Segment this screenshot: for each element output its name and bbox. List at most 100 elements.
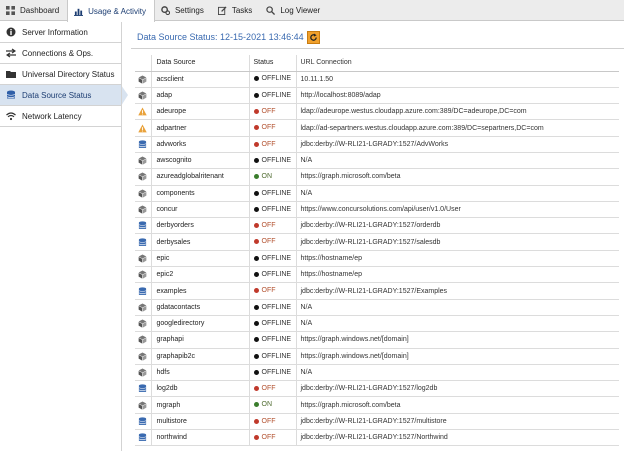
database-icon	[139, 221, 147, 230]
url-connection: N/A	[296, 364, 619, 382]
table-row[interactable]: adeurope OFF ldap://adeurope.westus.clouda…	[135, 103, 619, 121]
tab-label: Usage & Activity	[88, 6, 146, 16]
table-row[interactable]: derbysales OFF jdbc:derby://W-RLI21-LGRADY…	[135, 233, 619, 251]
status-dot	[253, 435, 259, 440]
main-panel: Data Source Status: 12-15-2021 13:46:44 …	[131, 27, 624, 451]
row-icon-cell	[135, 185, 152, 202]
column-header-status[interactable]: Status	[249, 55, 297, 72]
status-cell: OFF	[249, 413, 297, 431]
tab-label: Tasks	[231, 6, 253, 15]
tab-log-viewer[interactable]: Log Viewer	[260, 0, 328, 21]
status-cell: OFFLINE	[249, 348, 297, 365]
table-row[interactable]: components OFFLINE N/A	[135, 185, 619, 202]
table-row[interactable]: log2db OFF jdbc:derby://W-RLI21-LGRADY:152…	[135, 380, 619, 398]
status-cell: OFFLINE	[249, 315, 297, 333]
table-row[interactable]: azureadglobalritenant ON https://graph.mic…	[135, 168, 619, 186]
row-icon-cell	[135, 429, 152, 447]
sidebar-item-connections-ops[interactable]: Connections & Ops.	[0, 43, 121, 64]
cube-icon	[138, 254, 147, 263]
table-row[interactable]: acsclient OFFLINE 10.11.1.50	[135, 71, 619, 88]
status-cell: OFFLINE	[249, 250, 297, 268]
sidebar-item-data-source-status[interactable]: Data Source Status	[0, 85, 128, 106]
sidebar-item-network-latency[interactable]: Network Latency	[0, 106, 121, 127]
status-dot	[253, 272, 259, 278]
column-header-data-source[interactable]: Data Source	[151, 55, 250, 72]
tab-dashboard[interactable]: Dashboard	[0, 0, 67, 21]
data-source-name: adeurope	[151, 103, 250, 121]
table-row[interactable]: googledirectory OFFLINE N/A	[135, 315, 619, 333]
table-row[interactable]: awscognito OFFLINE N/A	[135, 152, 619, 170]
status-dot	[253, 304, 259, 310]
status-text: OFFLINE	[261, 271, 292, 279]
table-row[interactable]: epic OFFLINE https://hostname/ep	[135, 250, 619, 268]
status-text: ON	[261, 401, 273, 409]
row-icon-cell	[135, 233, 152, 251]
cube-icon	[138, 156, 147, 165]
status-dot	[253, 239, 259, 245]
url-connection: N/A	[296, 299, 619, 316]
refresh-button[interactable]	[306, 30, 320, 44]
row-icon-cell	[135, 250, 152, 268]
data-source-name: hdfs	[151, 364, 250, 382]
table-row[interactable]: graphapib2c OFFLINE https://graph.windows.…	[135, 348, 619, 365]
table-row[interactable]: adpartner OFF ldap://ad-separtners.westus.…	[135, 119, 619, 137]
exchange-icon	[6, 48, 16, 58]
sidebar-item-server-information[interactable]: Server Information	[0, 22, 121, 43]
status-text: OFF	[261, 434, 276, 441]
url-connection: ldap://adeurope.westus.cloudapp.azure.co…	[296, 103, 619, 121]
cube-icon	[138, 303, 147, 312]
table-row[interactable]: graphapi OFFLINE https://graph.windows.net…	[135, 331, 619, 349]
url-connection: https://graph.windows.net/[domain]	[296, 348, 619, 365]
status-cell: OFF	[249, 136, 297, 153]
table-row[interactable]: adap OFFLINE http://localhost:8089/adap	[135, 87, 619, 105]
table-row[interactable]: epic2 OFFLINE https://hostname/ep	[135, 266, 619, 284]
data-source-name: concur	[151, 201, 250, 219]
status-dot	[253, 320, 259, 326]
tab-tasks[interactable]: Tasks	[212, 0, 260, 21]
table-row[interactable]: mgraph ON https://graph.microsoft.com/beta	[135, 396, 619, 414]
tab-label: Settings	[174, 6, 204, 15]
row-icon-cell	[135, 136, 152, 153]
status-cell: OFF	[249, 119, 297, 137]
data-source-name: log2db	[151, 380, 250, 398]
row-icon-cell	[135, 103, 152, 121]
warning-icon	[138, 107, 147, 116]
status-cell: OFFLINE	[249, 71, 297, 88]
status-cell: ON	[249, 168, 297, 186]
url-connection: jdbc:derby://W-RLI21-LGRADY:1527/multist…	[296, 413, 619, 431]
status-text: OFFLINE	[261, 254, 292, 262]
table-row[interactable]: multistore OFF jdbc:derby://W-RLI21-LGRADY…	[135, 413, 619, 431]
url-connection: 10.11.1.50	[296, 71, 619, 88]
refresh-icon	[309, 32, 317, 41]
table-row[interactable]: advworks OFF jdbc:derby://W-RLI21-LGRADY:1…	[135, 136, 619, 153]
row-icon-cell	[135, 217, 152, 235]
tab-usage-activity[interactable]: Usage & Activity	[67, 0, 155, 22]
data-source-name: northwind	[151, 429, 250, 447]
table-row[interactable]: examples OFF jdbc:derby://W-RLI21-LGRADY:1…	[135, 282, 619, 300]
column-header-url-connection[interactable]: URL Connection	[296, 55, 619, 72]
table-header-row: Data Source Status URL Connection	[135, 55, 619, 72]
table-row[interactable]: derbyorders OFF jdbc:derby://W-RLI21-LGRAD…	[135, 217, 619, 235]
status-cell: OFFLINE	[249, 266, 297, 284]
status-dot	[253, 206, 259, 212]
cube-icon	[138, 368, 147, 377]
data-source-name: advworks	[151, 136, 250, 153]
sidebar-item-label: Network Latency	[22, 111, 82, 121]
data-source-name: epic	[151, 250, 250, 268]
url-connection: jdbc:derby://W-RLI21-LGRADY:1527/AdvWork…	[296, 136, 619, 153]
table-row[interactable]: hdfs OFFLINE N/A	[135, 364, 619, 382]
url-connection: https://hostname/ep	[296, 250, 619, 268]
tab-settings[interactable]: Settings	[155, 0, 212, 21]
row-icon-cell	[135, 71, 152, 88]
table-row[interactable]: gdatacontacts OFFLINE N/A	[135, 299, 619, 316]
sidebar-item-label: Universal Directory Status	[22, 69, 115, 79]
table-row[interactable]: concur OFFLINE https://www.concursolutions…	[135, 201, 619, 219]
data-source-name: azureadglobalritenant	[151, 168, 250, 186]
data-source-name: acsclient	[151, 71, 250, 88]
status-dot	[253, 255, 259, 261]
sidebar-item-universal-directory-status[interactable]: Universal Directory Status	[0, 64, 121, 85]
table-row[interactable]: northwind OFF jdbc:derby://W-RLI21-LGRADY:…	[135, 429, 619, 447]
cube-icon	[138, 401, 147, 410]
status-dot	[253, 223, 259, 229]
status-text: OFFLINE	[261, 319, 292, 327]
